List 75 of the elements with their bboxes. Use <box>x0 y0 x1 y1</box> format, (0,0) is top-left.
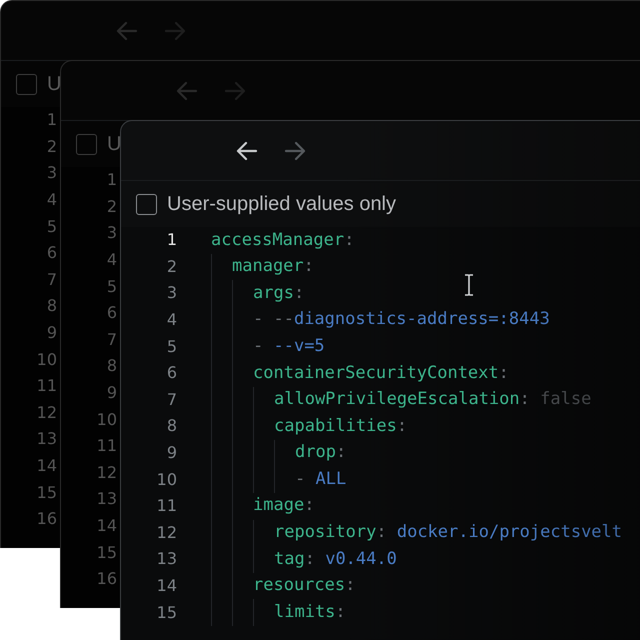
code-line: capabilities: <box>274 414 408 438</box>
line-number: 9 <box>166 442 177 464</box>
line-number: 4 <box>166 309 177 332</box>
code-line: drop: <box>295 441 346 464</box>
line-number: 14 <box>156 575 177 598</box>
line-number: 2 <box>166 256 177 278</box>
line-number: 8 <box>46 295 57 318</box>
line-number: 13 <box>96 488 117 510</box>
line-number: 11 <box>96 435 117 458</box>
line-number: 15 <box>36 482 57 504</box>
code-line: args: <box>253 282 304 305</box>
forward-arrow-icon <box>284 140 307 160</box>
filter-label: U <box>47 72 62 97</box>
back-arrow-icon <box>115 20 138 40</box>
forward-arrow-icon <box>164 20 187 40</box>
line-number: 16 <box>96 568 117 590</box>
line-number: 10 <box>156 468 177 491</box>
line-number: 15 <box>96 542 117 564</box>
line-number: 4 <box>106 249 117 272</box>
line-number: 4 <box>46 189 57 212</box>
line-number: 6 <box>106 302 117 324</box>
line-number: 5 <box>106 276 117 298</box>
filter-label: U <box>107 132 122 157</box>
code-line: - --diagnostics-address=:8443 <box>253 308 550 332</box>
line-number: 14 <box>36 455 57 478</box>
code-line: allowPrivilegeEscalation: false <box>274 388 592 412</box>
line-number: 13 <box>156 548 177 570</box>
text-cursor-icon <box>463 273 475 297</box>
checkbox[interactable] <box>16 74 37 94</box>
line-number: 9 <box>106 382 117 404</box>
code-line: manager: <box>232 255 314 278</box>
line-number: 15 <box>156 602 177 624</box>
line-number: 9 <box>46 322 57 344</box>
line-number: 6 <box>46 242 57 264</box>
line-number: 8 <box>166 415 177 438</box>
line-number: 16 <box>36 508 57 530</box>
checkbox[interactable] <box>136 194 157 214</box>
line-number: 12 <box>156 522 177 544</box>
line-number: 5 <box>46 216 57 238</box>
line-number: 10 <box>36 348 57 371</box>
checkbox[interactable] <box>76 134 97 154</box>
line-number: 14 <box>96 515 117 538</box>
line-number: 11 <box>156 495 177 518</box>
line-number: 1 <box>46 109 57 132</box>
filter-label: User-supplied values only <box>167 192 396 217</box>
line-number: 5 <box>166 336 177 358</box>
line-number: 1 <box>106 169 117 192</box>
line-number: 3 <box>46 162 57 184</box>
code-line: tag: v0.44.0 <box>274 548 397 571</box>
code-line: accessManager: <box>211 228 354 252</box>
line-number: 6 <box>166 362 177 384</box>
code-line: resources: <box>253 574 356 598</box>
line-number: 1 <box>166 229 177 252</box>
code-line: image: <box>253 494 314 518</box>
back-arrow-icon <box>235 140 258 160</box>
line-number: 8 <box>106 355 117 378</box>
back-arrow-icon <box>175 80 198 100</box>
forward-arrow-icon <box>224 80 247 100</box>
line-number: 7 <box>106 328 117 351</box>
code-line: - ALL <box>295 468 346 491</box>
line-number: 3 <box>166 282 177 304</box>
code-line: limits: <box>274 600 346 624</box>
code-line: repository: docker.io/projectsvelt <box>274 521 622 544</box>
line-number: 12 <box>36 402 57 424</box>
line-number: 7 <box>46 268 57 291</box>
code-line: containerSecurityContext: <box>253 362 509 385</box>
line-number: 3 <box>106 222 117 244</box>
line-number: 13 <box>36 428 57 450</box>
line-number: 10 <box>96 408 117 431</box>
line-number: 12 <box>96 462 117 484</box>
line-number: 2 <box>106 196 117 218</box>
line-number: 7 <box>166 388 177 411</box>
code-line: - --v=5 <box>253 334 325 358</box>
line-number: 11 <box>36 375 57 398</box>
line-number: 2 <box>46 136 57 158</box>
